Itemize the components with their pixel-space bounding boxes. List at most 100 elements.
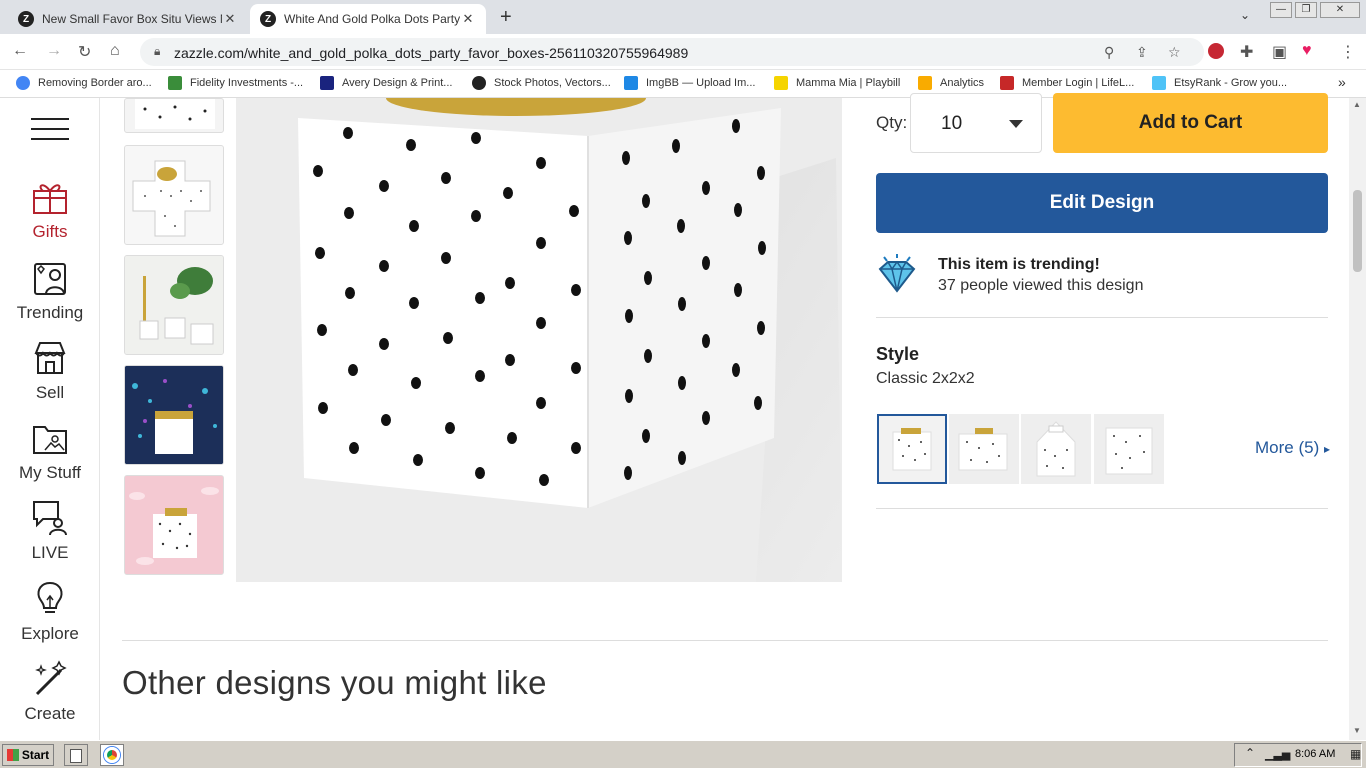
rail-label: LIVE [31,543,69,562]
bookmark-label: Removing Border aro... [38,77,152,89]
browser-toolbar: ← → ↻ ⌂ 🔒︎ zazzle.com/white_and_gold_pol… [0,34,1366,70]
rail-item-sell[interactable]: Sell [0,339,100,403]
reload-icon[interactable]: ↻ [78,42,91,62]
product-thumbnail-1[interactable] [124,98,224,133]
lock-icon: 🔒︎ [154,44,161,58]
trending-title: This item is trending! [938,256,1100,273]
rail-item-explore[interactable]: Explore [0,580,100,644]
zazzle-favicon-icon: Z [260,11,276,27]
tab-close-icon[interactable]: ✕ [222,11,238,27]
bookmark-item[interactable]: Removing Border aro... [16,76,152,90]
main-product-image[interactable] [236,98,842,582]
browser-menu-icon[interactable]: ⋮ [1340,42,1356,62]
product-thumbnail-5[interactable] [124,475,224,575]
rail-item-create[interactable]: Create [0,660,100,724]
hamburger-menu-icon[interactable] [31,118,69,142]
share-icon[interactable]: ⇪ [1136,44,1148,61]
bookmark-star-icon[interactable]: ☆ [1168,44,1181,61]
address-bar[interactable]: 🔒︎ zazzle.com/white_and_gold_polka_dots_… [140,38,1204,66]
google-icon [16,76,30,90]
bookmark-label: Fidelity Investments -... [190,77,304,89]
minimize-button[interactable]: — [1270,2,1292,18]
magic-wand-icon [35,660,67,696]
zoom-icon[interactable]: ⚲ [1104,44,1114,61]
new-tab-button[interactable]: + [500,6,512,29]
gift-icon [33,184,67,214]
stock-photos-icon [472,76,486,90]
bookmark-label: Mamma Mia | Playbill [796,77,901,89]
tab-close-icon[interactable]: ✕ [460,11,476,27]
box-style-image [949,414,1019,484]
tab-title: New Small Favor Box Situ Views No [42,12,222,26]
bookmark-label: Stock Photos, Vectors... [494,77,611,89]
windows-taskbar: Start ⌃ ▁▃▅ 8:06 AM ▦ [0,740,1366,768]
page-scrollbar[interactable]: ▲ ▼ [1349,98,1366,740]
style-option-2[interactable] [949,414,1019,484]
style-option-classic-2x2x2[interactable] [877,414,947,484]
more-bookmarks-button[interactable]: » [1338,74,1346,90]
product-thumbnail-4[interactable] [124,365,224,465]
bookmark-label: EtsyRank - Grow you... [1174,77,1288,89]
notification-icon[interactable]: ▦ [1350,747,1361,761]
bookmark-label: ImgBB — Upload Im... [646,77,756,89]
network-signal-icon[interactable]: ▁▃▅ [1265,748,1290,761]
forward-arrow-icon[interactable]: → [46,42,62,60]
quantity-select[interactable]: 10 [910,93,1042,153]
rail-label: Trending [16,303,84,322]
bookmark-item[interactable]: EtsyRank - Grow you... [1152,76,1287,90]
file-manager-icon[interactable] [64,744,88,766]
style-option-4[interactable] [1094,414,1164,484]
lifelock-icon [1000,76,1014,90]
browser-tab-1[interactable]: Z New Small Favor Box Situ Views No ✕ [8,4,248,34]
live-chat-icon [33,501,67,536]
polka-dot-favor-box-image [236,98,842,582]
caret-down-icon [1009,120,1023,128]
rail-label: Gifts [32,222,68,241]
profile-lips-icon[interactable]: ♥ [1302,42,1312,60]
side-panel-icon[interactable]: ▣ [1272,42,1287,62]
etsyrank-icon [1152,76,1166,90]
browser-tab-2-active[interactable]: Z White And Gold Polka Dots Party Fa ✕ [250,4,486,34]
edit-design-button[interactable]: Edit Design [876,173,1328,233]
scroll-up-arrow-icon[interactable]: ▲ [1353,100,1361,109]
add-to-cart-button[interactable]: Add to Cart [1053,93,1328,153]
back-arrow-icon[interactable]: ← [12,42,28,60]
more-label: More (5) [1255,438,1320,457]
tab-search-chevron-icon[interactable]: ⌄ [1240,8,1250,22]
box-template-thumb-image [132,160,211,237]
tab-title: White And Gold Polka Dots Party Fa [284,12,460,26]
chrome-taskbar-icon[interactable] [100,744,124,766]
product-thumbnail-2[interactable] [124,145,224,245]
bookmark-item[interactable]: Stock Photos, Vectors... [472,76,611,90]
close-window-button[interactable]: ✕ [1320,2,1360,18]
rail-label: My Stuff [18,463,82,482]
bookmark-item[interactable]: Analytics [918,76,984,90]
start-button[interactable]: Start [2,744,54,766]
product-thumbnail-3[interactable] [124,255,224,355]
rail-item-trending[interactable]: Trending [0,259,100,323]
imgbb-icon [624,76,638,90]
style-option-3[interactable] [1021,414,1091,484]
left-nav-rail: Gifts Trending Sell My Stuff LIVE Explor… [0,98,100,740]
bookmark-item[interactable]: Avery Design & Print... [320,76,452,90]
more-styles-link[interactable]: More (5) ▸ [1255,438,1330,458]
bookmark-item[interactable]: Member Login | LifeL... [1000,76,1134,90]
tray-expand-icon[interactable]: ⌃ [1245,746,1255,760]
extensions-puzzle-icon[interactable]: ✚ [1240,42,1253,62]
scene-thumb-image [125,256,223,354]
rail-item-my-stuff[interactable]: My Stuff [0,419,100,483]
bookmark-item[interactable]: Mamma Mia | Playbill [774,76,900,90]
restore-button[interactable]: ❐ [1295,2,1317,18]
rail-label: Create [24,704,76,723]
rail-item-gifts[interactable]: Gifts [0,178,100,242]
scroll-down-arrow-icon[interactable]: ▼ [1353,726,1361,735]
scrollbar-thumb[interactable] [1353,190,1362,272]
bookmark-item[interactable]: Fidelity Investments -... [168,76,303,90]
url-text[interactable]: zazzle.com/white_and_gold_polka_dots_par… [174,45,688,61]
bookmark-item[interactable]: ImgBB — Upload Im... [624,76,755,90]
divider [876,317,1328,318]
extension-heart-icon[interactable] [1208,43,1224,59]
taskbar-clock[interactable]: 8:06 AM [1295,748,1335,760]
rail-item-live[interactable]: LIVE [0,499,100,563]
home-icon[interactable]: ⌂ [110,42,120,60]
